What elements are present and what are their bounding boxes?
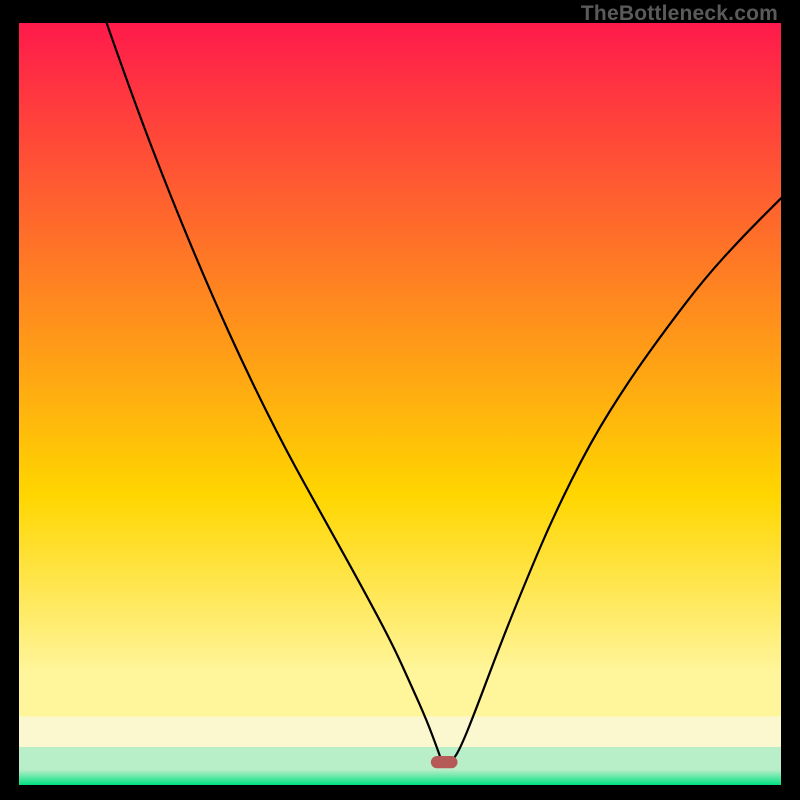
gradient-background xyxy=(19,23,781,785)
optimal-point-pill xyxy=(431,756,458,768)
plot-area xyxy=(19,23,781,785)
bottleneck-chart-svg xyxy=(19,23,781,785)
chart-frame: TheBottleneck.com xyxy=(0,0,800,800)
